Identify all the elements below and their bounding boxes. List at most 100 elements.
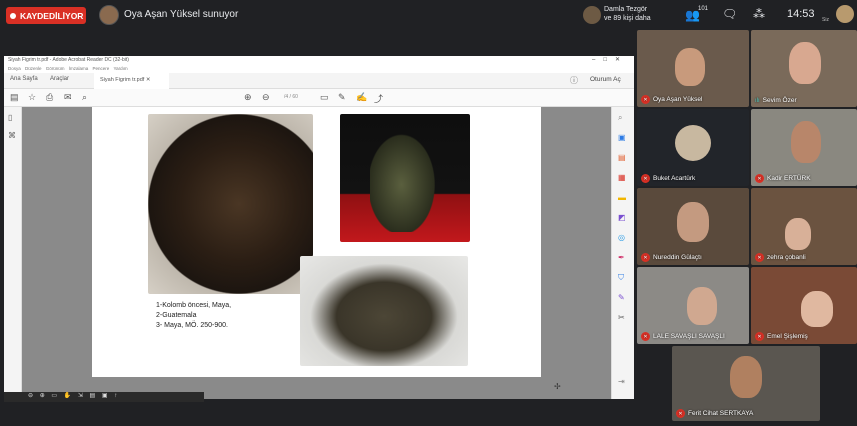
caption-line: 2-Guatemala [156, 312, 197, 319]
shared-screen: Siyah Figrim tr.pdf - Adobe Acrobat Read… [4, 56, 634, 402]
acrobat-menu-bar[interactable]: Dosya Düzenle Görünüm İmzalama Pencere Y… [4, 65, 634, 73]
pages-icon[interactable]: ▯ [8, 113, 12, 122]
tab-file[interactable]: Siyah Figrim tr.pdf ✕ [94, 73, 169, 89]
pdf-page: 1-Kolomb öncesi, Maya, 2-Guatemala 3- Ma… [92, 107, 541, 377]
participant-face [687, 287, 717, 325]
participant-tile[interactable]: ✕ Kadir ERTÜRK [751, 109, 857, 186]
close-icon[interactable]: ✕ [146, 77, 151, 83]
participant-name: Kadir ERTÜRK [767, 175, 811, 182]
mic-off-icon: ✕ [641, 332, 650, 341]
pen-icon[interactable]: ✎ [338, 92, 346, 103]
left-panel: ▯ ⌘ [4, 107, 22, 399]
slide-caption: 1-Kolomb öncesi, Maya, 2-Guatemala 3- Ma… [156, 301, 231, 331]
share-icon[interactable]: ⤴ [374, 92, 383, 105]
participant-face [801, 291, 833, 327]
bookmark-icon[interactable]: ☆ [28, 92, 36, 103]
document-area[interactable]: 1-Kolomb öncesi, Maya, 2-Guatemala 3- Ma… [22, 107, 611, 399]
window-controls[interactable]: –□✕ [592, 56, 628, 63]
recording-label: KAYDEDİLİYOR [20, 10, 84, 21]
save-icon[interactable]: ▤ [10, 92, 19, 103]
protect-icon[interactable]: ⛉ [618, 273, 624, 283]
cursor-icon: ✢ [554, 382, 561, 391]
presenter-text: Oya Aşan Yüksel sunuyor [124, 9, 239, 20]
participant-tile[interactable]: ✕ LALE SAVAŞLI SAVAŞLI [637, 267, 749, 344]
viewer-name: Damla Tezgör [604, 6, 648, 13]
participant-face [675, 48, 705, 86]
mail-icon[interactable]: ✉ [64, 92, 72, 103]
participant-face [785, 218, 811, 250]
help-icon[interactable]: ⓘ [570, 75, 578, 86]
participant-face [677, 202, 709, 242]
compress-icon[interactable]: ◎ [618, 233, 625, 242]
meet-window: KAYDEDİLİYOR Oya Aşan Yüksel sunuyor Dam… [0, 0, 857, 426]
mic-off-icon: ✕ [641, 95, 650, 104]
mic-off-icon: ✕ [641, 253, 650, 262]
mic-off-icon: ✕ [641, 174, 650, 183]
print-icon[interactable]: ⎙ [46, 92, 53, 103]
create-icon[interactable]: ▤ [618, 153, 626, 162]
viewer-avatar [583, 6, 601, 24]
chat-icon[interactable]: 🗨 [722, 7, 737, 21]
top-bar: KAYDEDİLİYOR Oya Aşan Yüksel sunuyor Dam… [0, 0, 857, 30]
export-icon[interactable]: ▣ [618, 133, 626, 142]
acrobat-title-bar: Siyah Figrim tr.pdf - Adobe Acrobat Read… [4, 56, 634, 65]
mic-off-icon: ✕ [755, 174, 764, 183]
participant-tile[interactable]: ılı Sevim Özer [751, 30, 857, 107]
vessel-body [370, 127, 440, 232]
participant-name: Ferit Cihat SERTKAYA [688, 410, 754, 417]
self-avatar[interactable] [836, 5, 854, 23]
attachment-icon[interactable]: ⌘ [8, 131, 16, 140]
participant-name: Buket Acartürk [653, 175, 696, 182]
tab-home[interactable]: Ana Sayfa [10, 76, 38, 82]
page-down-icon[interactable]: ⊖ [262, 92, 270, 103]
acrobat-toolbar: ▤ ☆ ⎙ ✉ ⌕ ⊕ ⊖ /4 / 60 ▭ ✎ ✍ ⤴ [4, 89, 634, 107]
redact-icon[interactable]: ✎ [618, 293, 625, 302]
clock: 14:53 [787, 8, 815, 20]
floating-toolbar[interactable]: ⊖ ⊕ ▭ ✋ ⇲ ▤ ▣ ↑ [4, 392, 204, 402]
participant-tile[interactable]: ✕ Ferit Cihat SERTKAYA [672, 346, 820, 421]
participant-count: 101 [698, 6, 709, 12]
mic-off-icon: ✕ [755, 332, 764, 341]
participant-tile[interactable]: ✕ Buket Acartürk [637, 109, 749, 186]
signin-link[interactable]: Oturum Aç [590, 76, 621, 83]
comment-tool-icon[interactable]: ▬ [618, 193, 626, 202]
animal-vessel-image [300, 256, 468, 366]
tab-tools[interactable]: Araçlar [50, 76, 69, 82]
record-dot-icon [10, 12, 16, 19]
participant-face [789, 42, 821, 84]
comment-icon[interactable]: ▭ [320, 92, 329, 103]
participant-tile[interactable]: ✕ Emel Şişlemiş [751, 267, 857, 344]
maya-vessel-image [148, 114, 313, 294]
page-up-icon[interactable]: ⊕ [244, 92, 252, 103]
participant-face [791, 121, 821, 163]
sign-icon[interactable]: ✍ [356, 92, 367, 103]
viewer-info: Damla Tezgör ve 89 kişi daha [604, 5, 674, 23]
fill-sign-icon[interactable]: ✒ [618, 253, 625, 262]
zoom-icon[interactable]: ⌕ [82, 92, 87, 103]
mic-off-icon: ✕ [755, 253, 764, 262]
edit-icon[interactable]: ▦ [618, 173, 626, 182]
acrobat-tabs: Ana Sayfa Araçlar Siyah Figrim tr.pdf ✕ … [4, 73, 634, 89]
right-tools-panel: ⌕ ▣ ▤ ▦ ▬ ◩ ◎ ✒ ⛉ ✎ ✂ ⇥ [611, 107, 634, 399]
tools-icon[interactable]: ✂ [618, 313, 625, 322]
participant-name: LALE SAVAŞLI SAVAŞLI [653, 333, 725, 340]
participant-tile[interactable]: ✕ Oya Aşan Yüksel [637, 30, 749, 107]
participant-name: Sevim Özer [762, 97, 797, 104]
participant-tile[interactable]: ✕ Nureddin Gülaçtı [637, 188, 749, 265]
participant-tile[interactable]: ✕ zehra çobanli [751, 188, 857, 265]
page-indicator: /4 / 60 [284, 94, 298, 100]
organize-icon[interactable]: ◩ [618, 213, 626, 222]
collapse-icon[interactable]: ⇥ [618, 377, 625, 386]
tab-file-label: Siyah Figrim tr.pdf [100, 77, 145, 83]
activities-icon[interactable]: ⁂ [753, 7, 765, 21]
participant-name: Emel Şişlemiş [767, 333, 808, 340]
participant-name: Nureddin Gülaçtı [653, 254, 702, 261]
participant-name: Oya Aşan Yüksel [653, 96, 703, 103]
participant-face [730, 356, 762, 398]
speaking-icon: ılı [755, 97, 760, 104]
self-label: Siz [822, 17, 829, 23]
search-icon[interactable]: ⌕ [618, 113, 622, 123]
caption-line: 3- Maya, MÖ. 250-900. [156, 322, 228, 329]
recording-badge[interactable]: KAYDEDİLİYOR [6, 7, 86, 24]
presenter-avatar [99, 5, 119, 25]
